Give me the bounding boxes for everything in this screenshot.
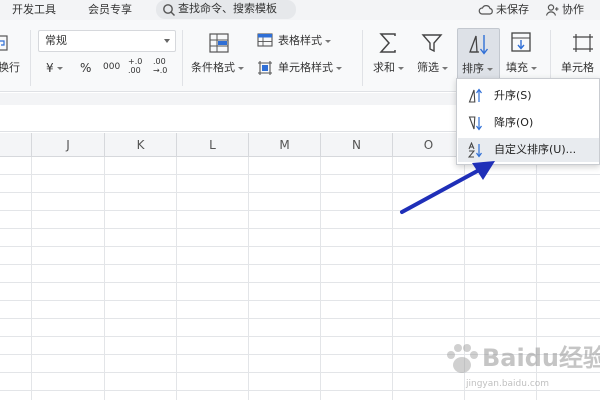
sort-label: 排序 [462, 62, 493, 76]
cell-button[interactable]: 单元格 [561, 61, 594, 75]
menu-item-sort-ascending[interactable]: 升序(S) [458, 84, 599, 108]
chevron-down-icon [56, 67, 63, 70]
filter-button[interactable]: 筛选 [417, 61, 448, 75]
conditional-format-button[interactable]: 条件格式 [191, 61, 244, 75]
column-header-n[interactable]: N [321, 133, 393, 157]
filter-icon [421, 34, 443, 53]
cell-icon [573, 34, 593, 52]
ribbon-divider [30, 30, 31, 86]
menu-item-sort-descending[interactable]: 降序(O) [458, 111, 599, 135]
increase-decimal-button[interactable]: +.0 .00 [128, 57, 144, 75]
chevron-down-icon [487, 67, 493, 71]
decrease-decimal-button[interactable]: .00 →.0 [153, 57, 169, 75]
cell-style-button[interactable]: 单元格样式 [278, 61, 342, 75]
cloud-icon [478, 5, 493, 15]
wrap-text-button[interactable]: 换行 [0, 61, 20, 75]
thousands-separator-button[interactable]: 000 [103, 60, 120, 74]
tab-developer-tools[interactable]: 开发工具 [12, 3, 56, 17]
fill-button[interactable]: 填充 [506, 61, 537, 75]
number-format-value: 常规 [45, 34, 67, 47]
search-icon [163, 4, 175, 16]
menu-item-label: 降序(O) [494, 116, 534, 129]
chevron-down-icon [164, 39, 170, 43]
sort-ascending-icon [468, 88, 482, 103]
number-format-select[interactable]: 常规 [38, 30, 176, 52]
menu-item-label: 升序(S) [494, 89, 532, 102]
unsaved-label: 未保存 [496, 3, 529, 16]
chevron-down-icon [325, 39, 331, 43]
annotation-arrow [400, 161, 495, 214]
sort-icon [469, 35, 489, 55]
chevron-down-icon [398, 66, 404, 70]
ribbon-divider [362, 30, 363, 86]
column-header-l[interactable]: L [177, 133, 249, 157]
conditional-format-icon [209, 33, 229, 53]
collab-label: 协作 [562, 3, 584, 16]
percent-button[interactable]: % [80, 61, 91, 75]
chevron-down-icon [531, 66, 537, 70]
chevron-down-icon [442, 66, 448, 70]
sum-button[interactable]: 求和 [373, 61, 404, 75]
search-placeholder: 查找命令、搜索模板 [178, 2, 277, 15]
column-header-partial[interactable] [0, 133, 32, 157]
currency-button[interactable]: ¥ [46, 61, 63, 75]
column-header-k[interactable]: K [105, 133, 177, 157]
watermark: Baidu经验 jingyan.baidu.com [430, 338, 600, 400]
watermark-text: Baidu经验 [482, 344, 600, 372]
column-header-j[interactable]: J [32, 133, 105, 157]
table-style-button[interactable]: 表格样式 [278, 34, 331, 48]
sigma-icon [379, 33, 396, 53]
tab-member-exclusive[interactable]: 会员专享 [88, 3, 132, 17]
table-style-icon [257, 33, 273, 47]
command-search-box[interactable]: 查找命令、搜索模板 [156, 0, 296, 19]
cell-style-icon [258, 61, 272, 75]
wrap-text-icon [0, 35, 8, 51]
menu-item-label: 自定义排序(U)... [494, 143, 577, 156]
ribbon-divider [182, 30, 183, 86]
watermark-url: jingyan.baidu.com [466, 379, 550, 389]
fill-icon [511, 32, 531, 52]
chevron-down-icon [238, 66, 244, 70]
menu-bar: 开发工具 会员专享 查找命令、搜索模板 未保存 协作 [0, 0, 600, 20]
paw-logo-icon [447, 344, 478, 373]
sort-descending-icon [468, 116, 482, 131]
chevron-down-icon [336, 66, 342, 70]
spreadsheet-window: 开发工具 会员专享 查找命令、搜索模板 未保存 协作 换行 常规 ¥ % 000… [0, 0, 600, 400]
column-header-m[interactable]: M [249, 133, 321, 157]
user-icon [545, 4, 559, 16]
